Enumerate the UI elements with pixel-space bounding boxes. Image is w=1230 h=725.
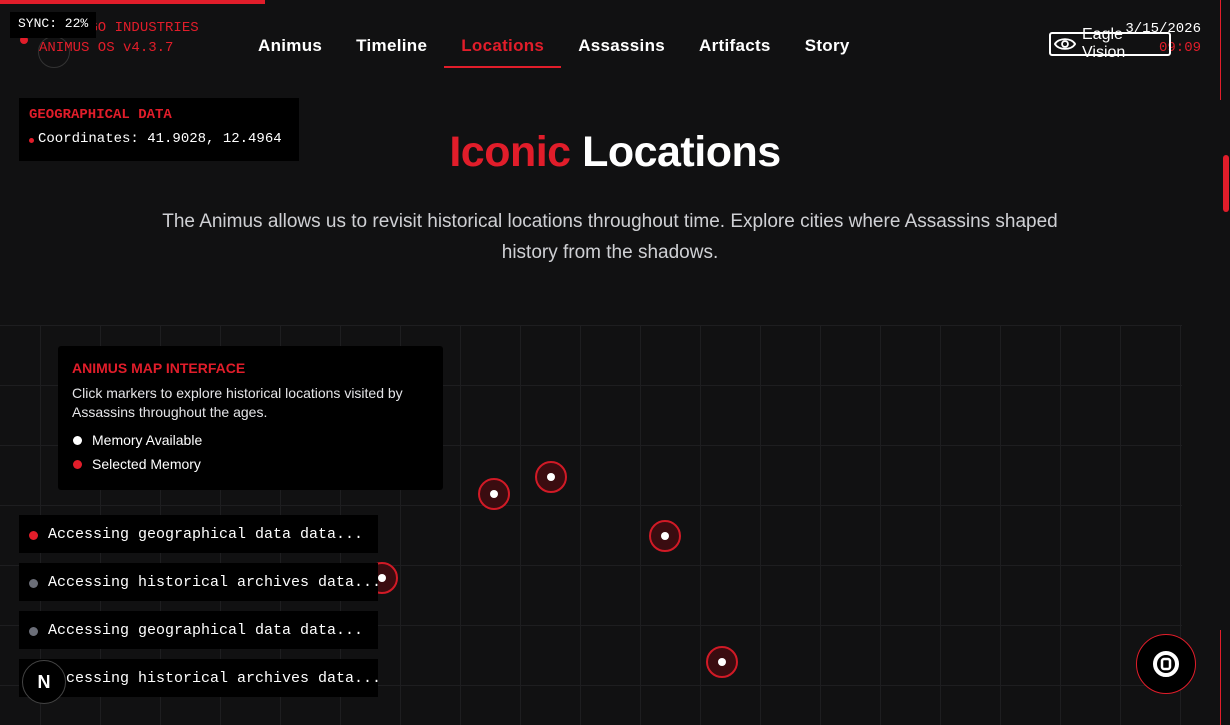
log-entry: Accessing geographical data data... xyxy=(19,611,378,649)
scrollbar-track-top xyxy=(1220,0,1221,100)
main-nav: Animus Timeline Locations Assassins Arti… xyxy=(241,30,867,68)
location-marker[interactable] xyxy=(478,478,510,510)
red-dot-icon xyxy=(73,459,82,469)
animus-core-button[interactable] xyxy=(1136,634,1196,694)
scrollbar-track-bottom xyxy=(1220,630,1221,725)
tab-artifacts[interactable]: Artifacts xyxy=(682,30,788,68)
tab-timeline[interactable]: Timeline xyxy=(339,30,444,68)
legend-heading: ANIMUS MAP INTERFACE xyxy=(72,360,246,376)
page-title-rest: Locations xyxy=(582,128,781,176)
access-log-list: Accessing geographical data data... Acce… xyxy=(19,515,378,707)
tab-story[interactable]: Story xyxy=(788,30,867,68)
status-dot-icon xyxy=(29,579,38,588)
page-description: The Animus allows us to revisit historic… xyxy=(162,211,1058,263)
tab-assassins[interactable]: Assassins xyxy=(561,30,682,68)
log-text: Accessing historical archives data... xyxy=(48,669,378,687)
animus-core-icon xyxy=(1153,651,1179,677)
white-dot-icon xyxy=(73,435,82,445)
tab-locations[interactable]: Locations xyxy=(444,30,562,68)
log-text: Accessing historical archives data... xyxy=(48,573,378,591)
legend-item-selected: Selected Memory xyxy=(72,456,429,472)
tab-animus[interactable]: Animus xyxy=(241,30,339,68)
eagle-vision-button[interactable]: Eagle Vision xyxy=(1049,26,1171,61)
legend-item-label: Memory Available xyxy=(92,432,203,448)
map-legend: ANIMUS MAP INTERFACE Click markers to ex… xyxy=(58,346,443,490)
log-entry: Accessing historical archives data... xyxy=(19,563,378,601)
legend-text: Click markers to explore historical loca… xyxy=(72,385,403,420)
sync-progress-bar xyxy=(0,0,265,4)
status-dot-icon xyxy=(29,531,38,540)
eagle-vision-label: Eagle Vision xyxy=(1082,26,1126,61)
dev-tools-badge[interactable]: N xyxy=(22,660,66,704)
location-marker[interactable] xyxy=(706,646,738,678)
log-entry: Accessing historical archives data... xyxy=(19,659,378,697)
log-text: Accessing geographical data data... xyxy=(48,621,364,639)
status-dot-icon xyxy=(29,627,38,636)
location-marker[interactable] xyxy=(649,520,681,552)
brand-os-version: ANIMUS OS v4.3.7 xyxy=(39,40,174,56)
legend-item-label: Selected Memory xyxy=(92,456,201,472)
log-text: Accessing geographical data data... xyxy=(48,525,364,543)
scrollbar[interactable] xyxy=(1220,0,1230,725)
log-entry: Accessing geographical data data... xyxy=(19,515,378,553)
page-title: Iconic Locations xyxy=(0,128,1230,177)
geo-data-heading: GEOGRAPHICAL DATA xyxy=(29,107,172,123)
eye-icon xyxy=(1054,38,1076,50)
legend-item-available: Memory Available xyxy=(72,432,429,448)
location-marker[interactable] xyxy=(535,461,567,493)
sync-indicator: SYNC: 22% xyxy=(10,12,97,38)
page-title-accent: Iconic xyxy=(449,128,571,176)
